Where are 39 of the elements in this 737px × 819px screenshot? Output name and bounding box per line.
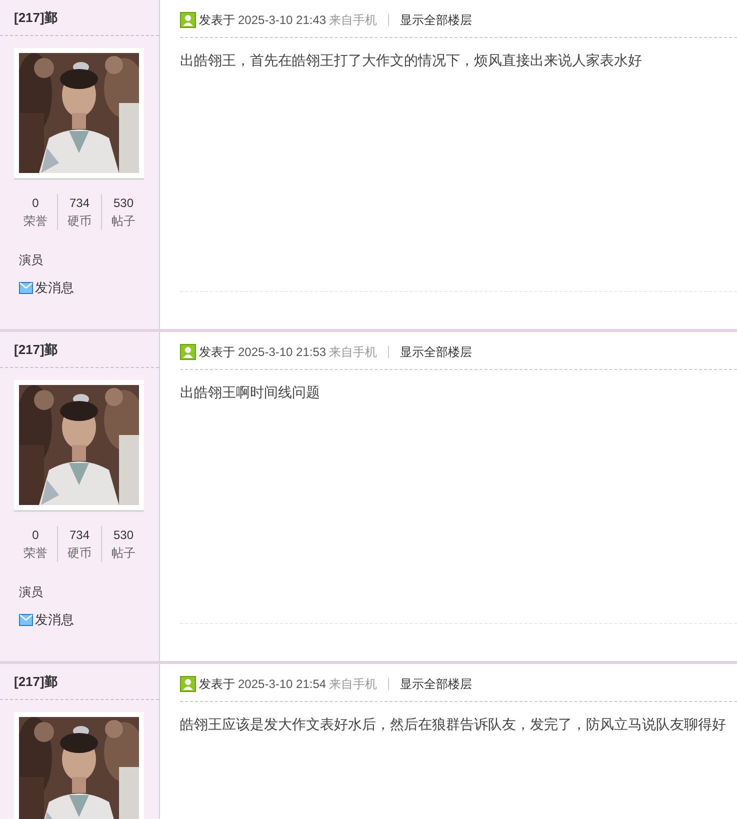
stat-value[interactable]: 0 (32, 526, 39, 544)
stat-label: 帖子 (112, 213, 136, 230)
stat-label: 硬币 (68, 213, 92, 230)
send-message-link[interactable]: 发消息 (35, 278, 74, 298)
posted-label: 发表于 (199, 344, 235, 360)
stat-value[interactable]: 530 (113, 194, 134, 212)
user-icon (180, 344, 196, 360)
post-content: 皓翎王应该是发大作文表好水后，然后在狼群告诉队友，发完了，防风立马说队友聊得好 (180, 716, 726, 732)
post-source: 来自手机 (329, 344, 378, 360)
post-source: 来自手机 (329, 12, 378, 28)
post-source: 来自手机 (329, 676, 378, 692)
author-name[interactable]: [217]鄞 (14, 8, 58, 28)
stat-label: 帖子 (112, 545, 136, 562)
author-name[interactable]: [217]鄞 (14, 340, 58, 360)
stat-label: 硬币 (68, 545, 92, 562)
show-all-floors-link[interactable]: 显示全部楼层 (400, 10, 472, 28)
user-icon (180, 676, 196, 692)
user-role: 演员 (19, 253, 43, 267)
post-time: 2025-3-10 21:53 (238, 344, 326, 360)
stat-value[interactable]: 734 (69, 526, 90, 544)
user-role: 演员 (19, 585, 43, 599)
show-all-floors-link[interactable]: 显示全部楼层 (400, 342, 472, 360)
stat-label: 荣誉 (24, 213, 48, 230)
mail-icon (19, 614, 33, 626)
post-time: 2025-3-10 21:43 (238, 12, 326, 28)
stat-value[interactable]: 530 (113, 526, 134, 544)
post-content: 出皓翎王啊时间线问题 (180, 384, 320, 400)
post-time: 2025-3-10 21:54 (238, 676, 326, 692)
author-name[interactable]: [217]鄞 (14, 672, 58, 692)
posted-label: 发表于 (199, 12, 235, 28)
mail-icon (19, 282, 33, 294)
send-message-link[interactable]: 发消息 (35, 610, 74, 630)
user-icon (180, 12, 196, 28)
show-all-floors-link[interactable]: 显示全部楼层 (400, 674, 472, 692)
stat-label: 荣誉 (24, 545, 48, 562)
stat-value[interactable]: 0 (32, 194, 39, 212)
posted-label: 发表于 (199, 676, 235, 692)
post-content: 出皓翎王，首先在皓翎王打了大作文的情况下，烦风直接出来说人家表水好 (180, 52, 642, 68)
stat-value[interactable]: 734 (69, 194, 90, 212)
